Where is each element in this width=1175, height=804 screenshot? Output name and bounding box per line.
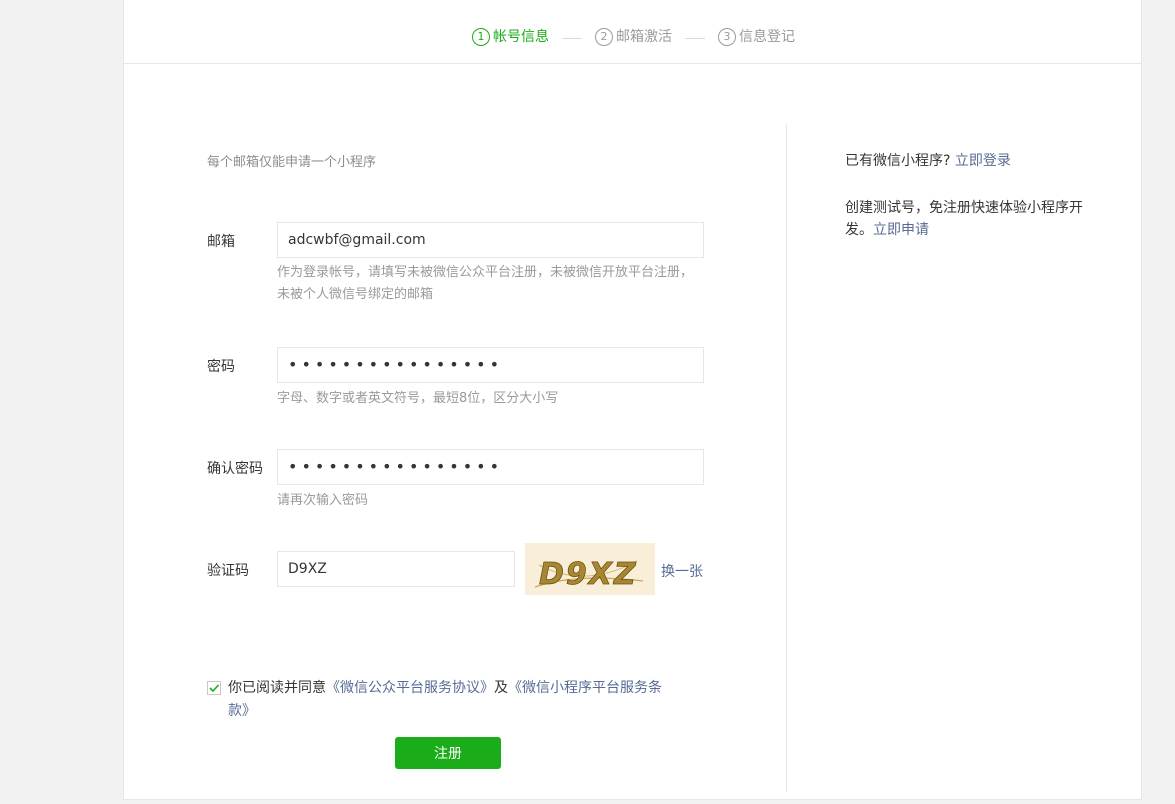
email-input[interactable] bbox=[277, 222, 704, 258]
column-divider bbox=[786, 124, 787, 792]
form-tip: 每个邮箱仅能申请一个小程序 bbox=[207, 155, 377, 170]
password-input[interactable]: •••••••••••••••• bbox=[277, 347, 704, 383]
agreement: 你已阅读并同意《微信公众平台服务协议》及《微信小程序平台服务条款》 bbox=[207, 677, 677, 723]
agreement-middle: 及 bbox=[494, 680, 508, 696]
agree-checkbox[interactable] bbox=[207, 681, 221, 695]
login-prompt: 已有微信小程序? 立即登录 bbox=[845, 150, 1095, 172]
password-label: 密码 bbox=[207, 359, 235, 375]
step-number: 2 bbox=[595, 28, 613, 46]
captcha-text: D9XZ bbox=[539, 557, 638, 592]
step-number: 1 bbox=[472, 28, 490, 46]
step-indicator: 1 帐号信息 2 邮箱激活 3 信息登记 bbox=[124, 0, 1141, 64]
step-label: 信息登记 bbox=[739, 29, 795, 45]
login-link[interactable]: 立即登录 bbox=[955, 153, 1011, 169]
email-label: 邮箱 bbox=[207, 234, 235, 250]
step-number: 3 bbox=[718, 28, 736, 46]
step-account-info: 1 帐号信息 bbox=[472, 26, 549, 48]
password-hint: 字母、数字或者英文符号，最短8位，区分大小写 bbox=[277, 391, 559, 406]
agreement-text: 你已阅读并同意《微信公众平台服务协议》及《微信小程序平台服务条款》 bbox=[228, 677, 677, 723]
apply-link[interactable]: 立即申请 bbox=[873, 222, 929, 238]
test-account-prompt: 创建测试号，免注册快速体验小程序开发。立即申请 bbox=[845, 197, 1095, 241]
agreement-prefix: 你已阅读并同意 bbox=[228, 680, 326, 696]
captcha-input[interactable] bbox=[277, 551, 515, 587]
step-label: 邮箱激活 bbox=[616, 29, 672, 45]
step-divider bbox=[685, 38, 705, 39]
service-agreement-link[interactable]: 《微信公众平台服务协议》 bbox=[326, 680, 494, 696]
confirm-password-hint: 请再次输入密码 bbox=[277, 493, 369, 508]
captcha-image[interactable]: D9XZ bbox=[525, 543, 655, 595]
email-hint: 作为登录帐号，请填写未被微信公众平台注册，未被微信开放平台注册，未被个人微信号绑… bbox=[277, 265, 694, 302]
captcha-label: 验证码 bbox=[207, 563, 249, 579]
step-divider bbox=[562, 38, 582, 39]
checkmark-icon bbox=[209, 684, 220, 693]
confirm-password-label: 确认密码 bbox=[207, 461, 263, 477]
has-account-text: 已有微信小程序? bbox=[845, 153, 951, 169]
step-label: 帐号信息 bbox=[493, 29, 549, 45]
step-email-activate: 2 邮箱激活 bbox=[595, 26, 672, 48]
captcha-graphic: D9XZ bbox=[534, 557, 644, 592]
confirm-password-input[interactable]: •••••••••••••••• bbox=[277, 449, 704, 485]
refresh-captcha-link[interactable]: 换一张 bbox=[661, 561, 703, 581]
step-info-register: 3 信息登记 bbox=[718, 26, 795, 48]
register-card: 1帐号信息 2邮箱激活 3信息登记 每个邮箱仅能申请一个小程序 邮箱 作为登录帐… bbox=[123, 0, 1142, 800]
register-button[interactable]: 注册 bbox=[395, 737, 501, 769]
